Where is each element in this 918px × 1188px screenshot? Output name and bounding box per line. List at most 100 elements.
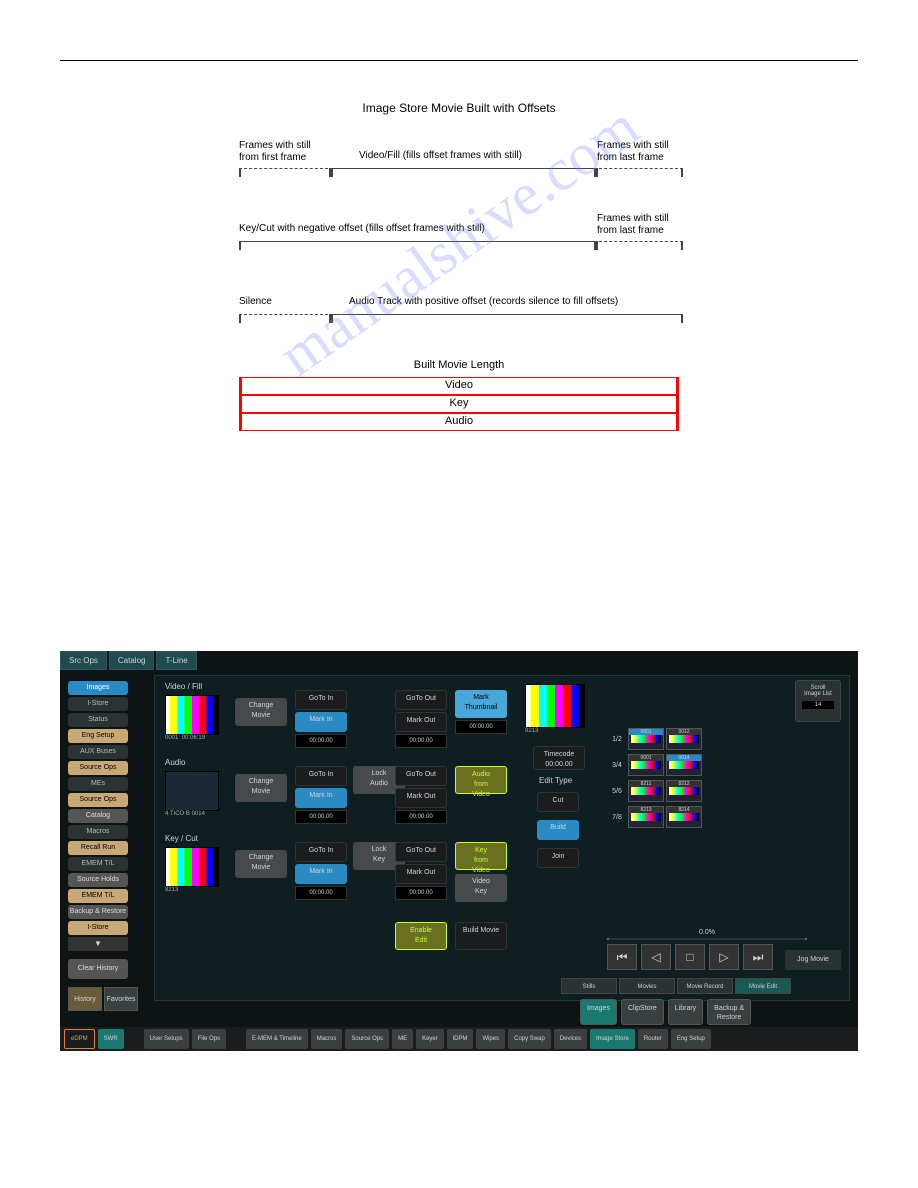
midtab-clipstore[interactable]: ClipStore — [621, 999, 664, 1025]
sidebar-item[interactable]: I-Store — [68, 697, 128, 711]
offset-diagram: Image Store Movie Built with Offsets Fra… — [239, 101, 679, 431]
sidebar-item[interactable]: Backup & Restore — [68, 905, 128, 919]
track-video-fill: Frames with stillfrom first frame Video/… — [239, 140, 679, 195]
sidebar-item[interactable]: MEs — [68, 777, 128, 791]
video-mark-in[interactable]: Mark In — [295, 712, 347, 732]
clear-history-button[interactable]: Clear History — [68, 959, 128, 979]
thumb-tc: 00:00.00 — [455, 720, 507, 734]
bottom-nav-item[interactable]: Keyer — [416, 1029, 444, 1049]
video-change-movie[interactable]: ChangeMovie — [235, 698, 287, 726]
bottom-nav-item[interactable]: File Ops — [192, 1029, 226, 1049]
grid-thumbnail[interactable]: 8214 — [666, 806, 702, 828]
video-goto-in[interactable]: GoTo In — [295, 690, 347, 710]
key-goto-in[interactable]: GoTo In — [295, 842, 347, 862]
bottom-nav-item[interactable]: iDPM — [447, 1029, 474, 1049]
key-from-video[interactable]: KeyfromVideo — [455, 842, 507, 870]
sidebar-item[interactable]: I-Store — [68, 921, 128, 935]
sidebar-item[interactable]: Source Holds — [68, 873, 128, 887]
sidebar-item[interactable]: Source Ops — [68, 793, 128, 807]
audio-goto-in[interactable]: GoTo In — [295, 766, 347, 786]
transport-end-icon[interactable]: ⏭ — [743, 944, 773, 970]
midtab-images[interactable]: Images — [580, 999, 617, 1025]
audio-mark-in[interactable]: Mark In — [295, 788, 347, 808]
build-movie[interactable]: Build Movie — [455, 922, 507, 950]
sidebar-item[interactable]: Recall Run — [68, 841, 128, 855]
sidebar-item[interactable]: EMEM T/L — [68, 889, 128, 903]
edit-cut[interactable]: Cut — [537, 792, 579, 812]
subtab-movies[interactable]: Movies — [619, 978, 675, 994]
bottom-nav-item[interactable]: Router — [638, 1029, 668, 1049]
audio-goto-out[interactable]: GoTo Out — [395, 766, 447, 786]
subtab-movie-edit[interactable]: Movie Edit — [735, 978, 791, 994]
bottom-nav-item[interactable]: ME — [392, 1029, 413, 1049]
bottom-nav-item[interactable]: Source Ops — [345, 1029, 389, 1049]
track-audio: Silence Audio Track with positive offset… — [239, 286, 679, 341]
tab-src-ops[interactable]: Src Ops — [60, 651, 107, 670]
transport-rev-icon[interactable]: ◁ — [641, 944, 671, 970]
key-mark-in[interactable]: Mark In — [295, 864, 347, 884]
mark-thumbnail[interactable]: MarkThumbnail — [455, 690, 507, 718]
video-goto-out[interactable]: GoTo Out — [395, 690, 447, 710]
sidebar-item[interactable]: Source Ops — [68, 761, 128, 775]
bottom-nav-item[interactable]: SWR — [98, 1029, 124, 1049]
sidebar-item[interactable]: EMEM T/L — [68, 857, 128, 871]
bottom-nav-item[interactable]: User Setups — [144, 1029, 189, 1049]
video-mark-out[interactable]: Mark Out — [395, 712, 447, 732]
bottom-nav-item[interactable]: eDPM — [64, 1029, 95, 1049]
grid-thumbnail[interactable]: 0001 — [628, 754, 664, 776]
grid-thumbnail[interactable]: 0001 — [628, 728, 664, 750]
key-cut-label: Key / Cut — [165, 834, 219, 843]
scroll-image-list[interactable]: ScrollImage List 14 — [795, 680, 841, 722]
midtab-library[interactable]: Library — [668, 999, 703, 1025]
bottom-nav-item[interactable]: Eng Setup — [671, 1029, 711, 1049]
midtab-backup-restore[interactable]: Backup &Restore — [707, 999, 751, 1025]
edit-build[interactable]: Build — [537, 820, 579, 840]
key-goto-out[interactable]: GoTo Out — [395, 842, 447, 862]
audio-from-video[interactable]: AudiofromVideo — [455, 766, 507, 794]
bottom-nav-item[interactable]: Copy Swap — [508, 1029, 551, 1049]
preview-thumbnail — [525, 684, 585, 728]
sidebar-item[interactable]: Catalog — [68, 809, 128, 823]
sidebar-item[interactable]: Eng Setup — [68, 729, 128, 743]
edit-type-label: Edit Type — [539, 776, 572, 785]
tab-catalog[interactable]: Catalog — [109, 651, 155, 670]
sidebar-item[interactable]: Macros — [68, 825, 128, 839]
video-fill-label: Video / Fill — [165, 682, 219, 691]
audio-mark-out[interactable]: Mark Out — [395, 788, 447, 808]
subtab-stills[interactable]: Stills — [561, 978, 617, 994]
bottom-nav-item[interactable]: Devices — [554, 1029, 587, 1049]
transport-start-icon[interactable]: ⏮ — [607, 944, 637, 970]
edit-join[interactable]: Join — [537, 848, 579, 868]
grid-thumbnail[interactable]: 8211 — [628, 780, 664, 802]
video-fill-thumbnail — [165, 695, 219, 735]
audio-change-movie[interactable]: ChangeMovie — [235, 774, 287, 802]
key-mark-out[interactable]: Mark Out — [395, 864, 447, 884]
sidebar-item[interactable]: Images — [68, 681, 128, 695]
video-key[interactable]: VideoKey — [455, 874, 507, 902]
jog-movie[interactable]: Jog Movie — [785, 950, 841, 970]
sidebar: Images I-Store Status Eng Setup AUX Buses Sou… — [68, 681, 138, 935]
tab-tline[interactable]: T-Line — [156, 651, 196, 670]
bottom-nav-item[interactable]: Wipes — [476, 1029, 505, 1049]
subtab-movie-record[interactable]: Movie Record — [677, 978, 733, 994]
key-change-movie[interactable]: ChangeMovie — [235, 850, 287, 878]
image-grid: 1/2000100123/4000100145/6821182127/88213… — [607, 726, 703, 830]
audio-thumbnail — [165, 771, 219, 811]
enable-edit[interactable]: EnableEdit — [395, 922, 447, 950]
bottom-nav-item[interactable]: Image Store — [590, 1029, 635, 1049]
transport-stop-icon[interactable]: □ — [675, 944, 705, 970]
switcher-ui: Src Ops Catalog T-Line Images I-Store Stat… — [60, 651, 858, 1051]
grid-thumbnail[interactable]: 8213 — [628, 806, 664, 828]
sidebar-item[interactable]: Status — [68, 713, 128, 727]
transport-play-icon[interactable]: ▷ — [709, 944, 739, 970]
bottom-nav-item[interactable]: E-MEM & Timeline — [246, 1029, 308, 1049]
audio-label: Audio — [165, 758, 219, 767]
key-in-tc: 00:00.00 — [295, 886, 347, 900]
bottom-nav-item[interactable]: Macros — [311, 1029, 343, 1049]
sidebar-item[interactable]: AUX Buses — [68, 745, 128, 759]
grid-thumbnail[interactable]: 0012 — [666, 728, 702, 750]
sidebar-scroll-down-icon[interactable]: ▼ — [68, 937, 128, 951]
grid-thumbnail[interactable]: 0014 — [666, 754, 702, 776]
grid-thumbnail[interactable]: 8212 — [666, 780, 702, 802]
progress: 0.0% — [607, 929, 807, 940]
